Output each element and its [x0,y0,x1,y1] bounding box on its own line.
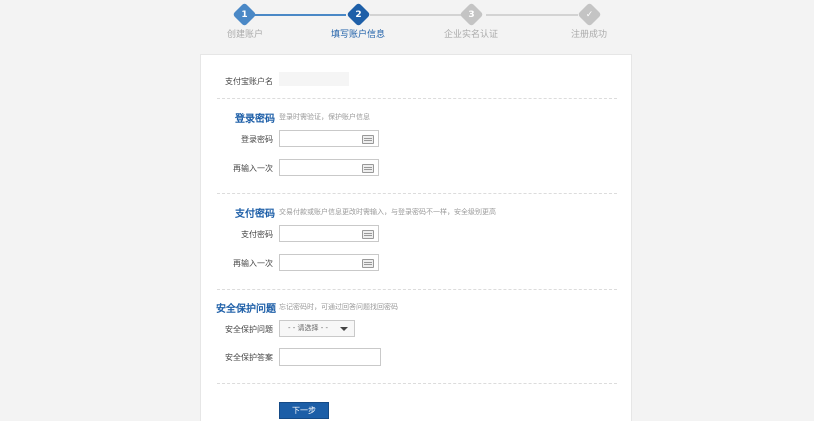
checkmark-icon: ✓ [585,9,594,20]
section-divider [217,383,617,384]
security-answer-row: 安全保护答案 [201,348,631,368]
account-name-row: 支付宝账户名 [201,72,631,92]
login-password-title: 登录密码 [235,114,275,125]
pay-password-row: 支付密码 [201,225,631,245]
login-password-input[interactable] [279,130,379,147]
registration-stepper: 1 创建账户 2 填写账户信息 3 企业实名认证 ✓ 注册成功 [0,0,814,52]
security-question-label: 安全保护问题 [225,325,273,334]
security-answer-label: 安全保护答案 [225,353,273,362]
step-1-number: 1 [241,9,248,20]
security-question-hint: 忘记密码时，可通过回答问题找回密码 [279,303,398,311]
next-step-button[interactable]: 下一步 [279,402,329,419]
step-1-label: 创建账户 [226,30,264,40]
pay-password-confirm-input[interactable] [279,254,379,271]
keyboard-icon[interactable] [362,259,374,268]
security-question-selected: - - 请选择 - - [288,324,329,332]
pay-password-confirm-label: 再输入一次 [233,259,273,268]
login-password-confirm-label: 再输入一次 [233,164,273,173]
account-info-form: 支付宝账户名 登录密码 登录时需验证，保护账户信息 登录密码 再输入一次 支付密… [200,54,632,421]
step-2-number: 2 [355,9,362,20]
pay-password-label: 支付密码 [241,230,273,239]
chevron-down-icon [340,327,348,331]
step-3-label: 企业实名认证 [443,30,499,40]
account-name-label: 支付宝账户名 [225,77,273,86]
security-question-select[interactable]: - - 请选择 - - [279,320,355,337]
keyboard-icon[interactable] [362,164,374,173]
step-2-label: 填写账户信息 [330,30,386,40]
account-name-value [279,72,349,86]
login-password-confirm-input[interactable] [279,159,379,176]
login-password-row: 登录密码 [201,130,631,150]
security-question-title: 安全保护问题 [216,304,276,315]
section-divider [217,289,617,290]
keyboard-icon[interactable] [362,230,374,239]
pay-password-confirm-row: 再输入一次 [201,254,631,274]
pay-password-hint: 交易付款或账户信息更改时需输入，与登录密码不一样，安全级别更高 [279,208,496,216]
step-connector-3-4 [486,14,578,16]
section-divider [217,98,617,99]
pay-password-title: 支付密码 [235,209,275,220]
keyboard-icon[interactable] [362,135,374,144]
step-connector-1-2 [254,14,346,16]
step-3-number: 3 [468,9,475,20]
security-question-row: 安全保护问题 - - 请选择 - - [201,320,631,340]
pay-password-input[interactable] [279,225,379,242]
login-password-label: 登录密码 [241,135,273,144]
section-divider [217,193,617,194]
login-password-confirm-row: 再输入一次 [201,159,631,179]
step-4-label: 注册成功 [570,30,608,40]
step-connector-2-3 [370,14,462,16]
security-answer-input[interactable] [279,348,381,366]
login-password-hint: 登录时需验证，保护账户信息 [279,113,370,121]
